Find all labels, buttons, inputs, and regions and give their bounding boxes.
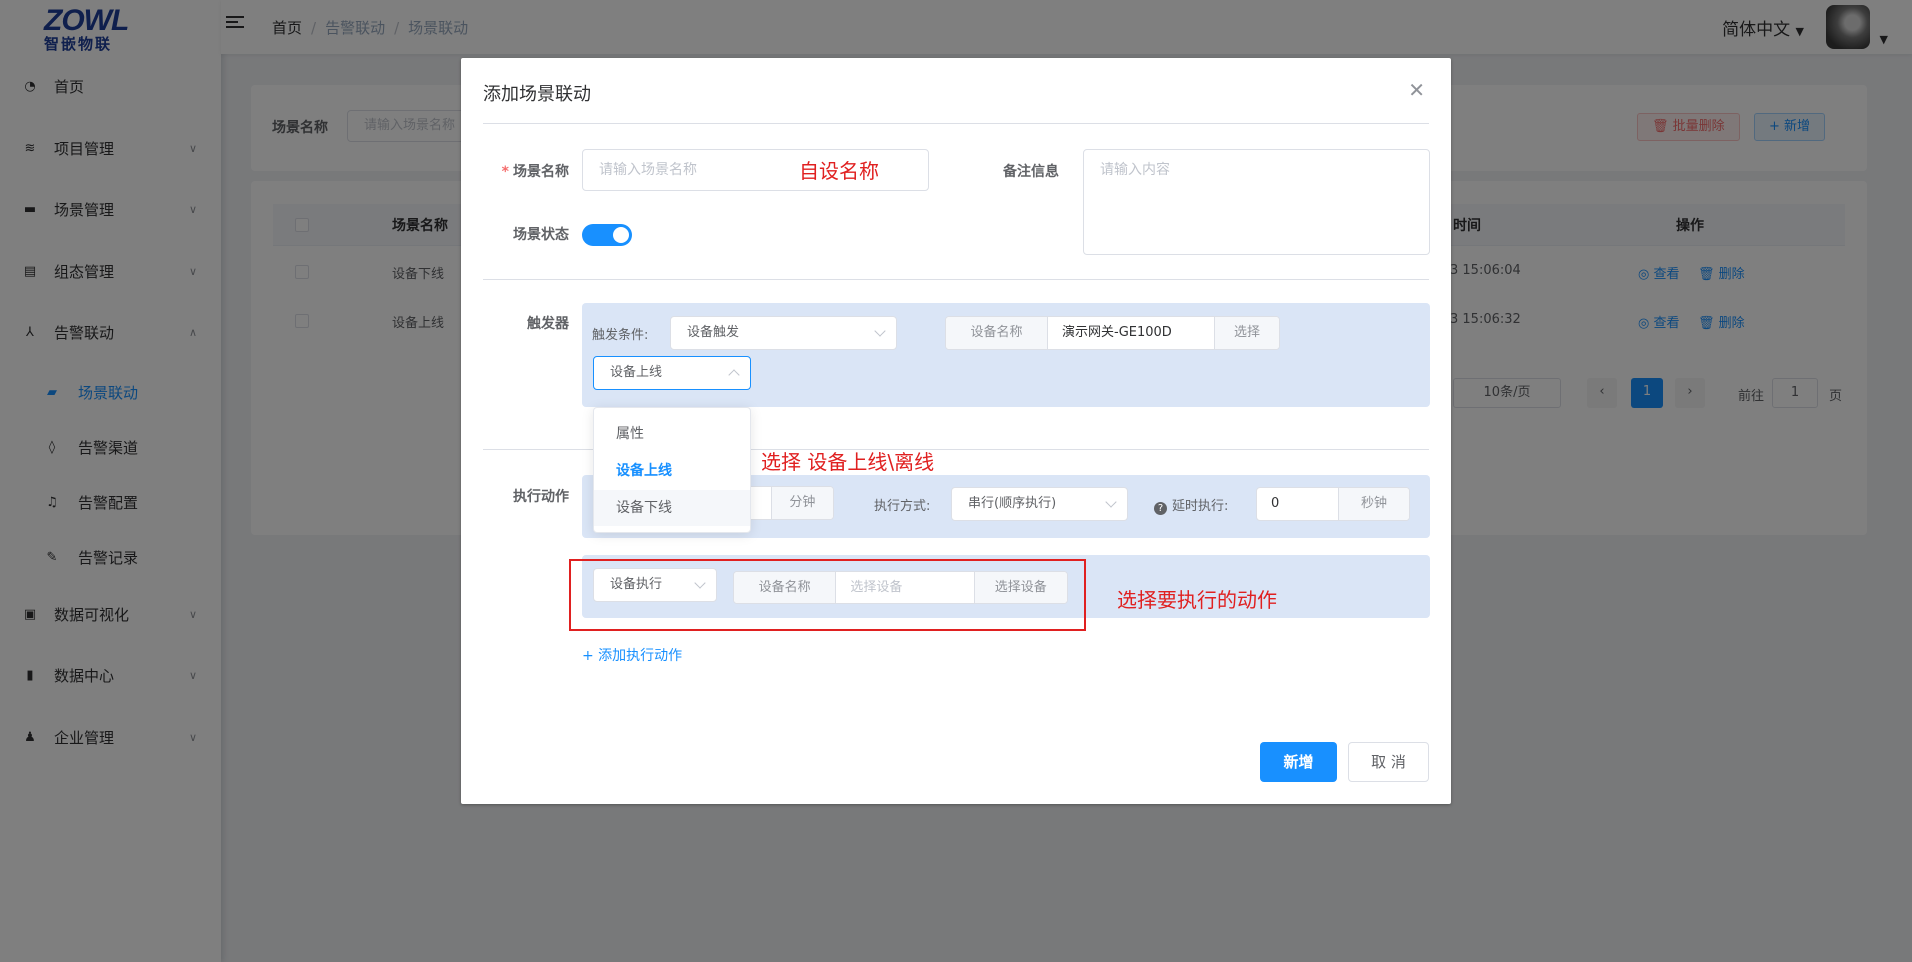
minute-unit: 分钟 [770, 487, 833, 519]
remark-textarea[interactable]: 请输入内容 [1083, 149, 1430, 255]
dropdown-option[interactable]: 属性 [594, 416, 750, 452]
close-icon[interactable]: ✕ [1408, 78, 1425, 102]
divider [483, 279, 1429, 280]
second-unit: 秒钟 [1338, 488, 1409, 520]
question-icon: ? [1154, 502, 1167, 515]
delay-group: 0 秒钟 [1256, 487, 1410, 521]
exec-mode-select[interactable]: 串行(顺序执行) [951, 487, 1128, 521]
annotation-name: 自设名称 [799, 159, 879, 183]
add-action-link[interactable]: + 添加执行动作 [582, 645, 682, 665]
delay-label: ? 延时执行: [1154, 495, 1228, 515]
action-label: 执行动作 [513, 489, 569, 505]
trigger-condition-label: 触发条件: [592, 328, 649, 343]
dropdown-option[interactable]: 设备上线 [594, 453, 750, 489]
trigger-device-group: 设备名称 演示网关-GE100D 选择 [945, 316, 1280, 350]
scene-status-toggle[interactable] [582, 224, 632, 246]
trigger-condition-select[interactable]: 设备触发 [670, 316, 897, 350]
trigger-label: 触发器 [527, 316, 569, 332]
dialog-title: 添加场景联动 [483, 84, 591, 105]
chevron-down-icon [874, 325, 886, 337]
divider [483, 123, 1429, 124]
submit-button[interactable]: 新增 [1260, 742, 1337, 782]
annotation-event: 选择 设备上线\离线 [761, 450, 935, 474]
dropdown-option[interactable]: 设备下线 [594, 490, 750, 526]
annotation-action: 选择要执行的动作 [1117, 588, 1277, 612]
device-name-prefix: 设备名称 [946, 317, 1048, 349]
status-label: 场景状态 [513, 227, 569, 243]
exec-mode-label: 执行方式: [874, 499, 931, 514]
delay-input[interactable]: 0 [1257, 488, 1338, 520]
chevron-down-icon [1105, 496, 1117, 508]
remark-label: 备注信息 [1003, 164, 1059, 180]
chevron-up-icon [728, 369, 740, 381]
trigger-device-value[interactable]: 演示网关-GE100D [1048, 317, 1214, 349]
scene-name-label: * 场景名称 [501, 164, 569, 180]
trigger-event-select[interactable]: 设备上线 [593, 356, 751, 390]
trigger-device-select-button[interactable]: 选择 [1214, 317, 1279, 349]
trigger-event-dropdown: 属性 设备上线 设备下线 [593, 407, 751, 533]
cancel-button[interactable]: 取 消 [1348, 742, 1429, 782]
annotation-highlight-box [569, 559, 1086, 631]
